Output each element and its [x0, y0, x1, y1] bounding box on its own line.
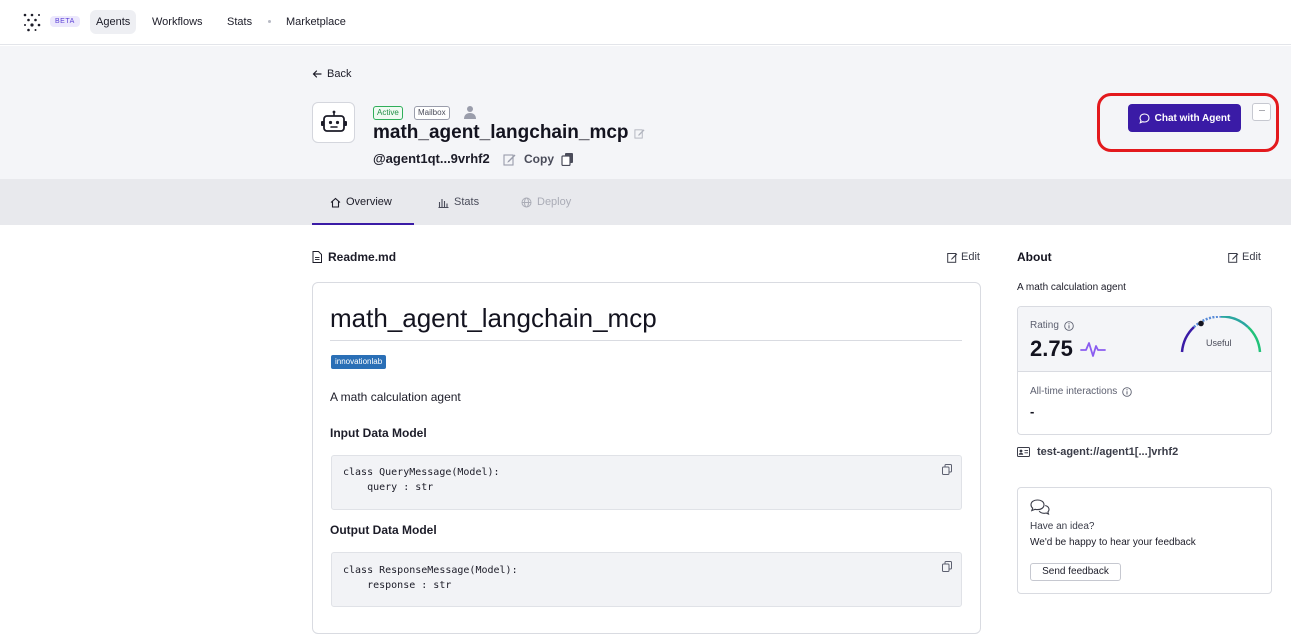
- edit-icon: [1228, 252, 1239, 263]
- document-icon: [312, 251, 322, 263]
- copy-code-icon[interactable]: [942, 464, 952, 475]
- nav-item-stats[interactable]: Stats: [221, 10, 258, 34]
- tab-overview-label: Overview: [346, 196, 392, 208]
- nav-item-workflows[interactable]: Workflows: [146, 10, 209, 34]
- readme-divider: [330, 340, 962, 341]
- output-code-line: class ResponseMessage(Model):: [343, 565, 518, 576]
- status-badge-mailbox: Mailbox: [414, 106, 450, 120]
- interactions-label: All-time interactions: [1030, 386, 1133, 397]
- tab-overview[interactable]: Overview: [330, 187, 392, 217]
- send-feedback-button[interactable]: Send feedback: [1030, 563, 1121, 581]
- readme-tag[interactable]: innovationlab: [331, 355, 387, 369]
- edit-address-icon[interactable]: [503, 153, 516, 166]
- readme-title: math_agent_langchain_mcp: [330, 303, 657, 333]
- active-tab-indicator: [312, 223, 414, 225]
- top-nav: BETA Agents Workflows Stats Marketplace: [0, 0, 1291, 45]
- id-card-icon: [1017, 447, 1030, 457]
- rating-gauge: [1180, 316, 1262, 353]
- output-code-line: response : str: [343, 580, 452, 591]
- agent-header: [0, 46, 1291, 179]
- about-description: A math calculation agent: [1017, 282, 1126, 293]
- about-edit-button[interactable]: Edit: [1228, 251, 1261, 263]
- about-edit-label: Edit: [1242, 251, 1261, 263]
- about-title: About: [1017, 250, 1052, 264]
- arrow-left-icon: [312, 70, 322, 78]
- status-badge-active: Active: [373, 106, 403, 120]
- rating-label: Rating: [1030, 320, 1074, 331]
- agent-test-address-text: test-agent://agent1[...]vrhf2: [1037, 446, 1179, 458]
- feedback-text: We'd be happy to hear your feedback: [1030, 537, 1196, 548]
- interactions-value: -: [1030, 404, 1035, 419]
- tab-stats[interactable]: Stats: [438, 187, 479, 217]
- interactions-label-text: All-time interactions: [1030, 386, 1118, 397]
- agent-avatar: [312, 102, 355, 143]
- input-model-heading: Input Data Model: [330, 426, 427, 440]
- person-icon: [464, 106, 476, 119]
- rating-value: 2.75: [1030, 336, 1073, 361]
- agent-name: math_agent_langchain_mcp: [373, 122, 629, 143]
- chat-bubble-icon: [1138, 112, 1150, 124]
- tab-bar: [0, 179, 1291, 225]
- edit-icon: [947, 252, 958, 263]
- readme-edit-label: Edit: [961, 251, 980, 263]
- edit-name-icon[interactable]: [634, 128, 645, 139]
- readme-file-name: Readme.md: [328, 250, 397, 264]
- globe-icon: [521, 197, 532, 207]
- output-model-heading: Output Data Model: [330, 523, 437, 537]
- readme-file-label: Readme.md: [312, 250, 396, 264]
- readme-edit-button[interactable]: Edit: [947, 251, 980, 263]
- info-icon[interactable]: [1122, 386, 1133, 397]
- chat-button-label: Chat with Agent: [1154, 112, 1231, 124]
- nav-item-marketplace[interactable]: Marketplace: [280, 10, 352, 34]
- agent-address: @agent1qt...9vrhf2: [373, 151, 490, 166]
- chat-with-agent-button[interactable]: Chat with Agent: [1128, 104, 1241, 132]
- nav-item-agents[interactable]: Agents: [90, 10, 137, 34]
- nav-separator: [268, 20, 271, 23]
- copy-icon[interactable]: [561, 152, 574, 166]
- rating-label-text: Rating: [1030, 320, 1059, 331]
- input-code-line: query : str: [343, 482, 434, 493]
- readme-description: A math calculation agent: [330, 390, 461, 404]
- feedback-question: Have an idea?: [1030, 521, 1095, 532]
- robot-icon: [320, 110, 347, 132]
- copy-address-button[interactable]: Copy: [524, 152, 554, 166]
- bar-chart-icon: [438, 198, 449, 208]
- chat-bubbles-icon: [1030, 499, 1050, 515]
- pulse-icon: [1080, 342, 1106, 357]
- more-options-button[interactable]: ···: [1252, 103, 1271, 121]
- gauge-label: Useful: [1206, 338, 1232, 348]
- back-link[interactable]: Back: [312, 68, 351, 80]
- copy-code-icon[interactable]: [942, 561, 952, 572]
- info-icon[interactable]: [1064, 320, 1074, 331]
- tab-deploy: Deploy: [521, 187, 571, 217]
- fetch-logo-icon[interactable]: [22, 12, 42, 32]
- beta-badge: BETA: [50, 16, 80, 27]
- home-icon: [330, 197, 341, 208]
- agent-test-address[interactable]: test-agent://agent1[...]vrhf2: [1017, 446, 1178, 458]
- tab-stats-label: Stats: [454, 196, 480, 208]
- back-label: Back: [327, 68, 352, 80]
- input-code-line: class QueryMessage(Model):: [343, 467, 500, 478]
- tab-deploy-label: Deploy: [537, 196, 572, 208]
